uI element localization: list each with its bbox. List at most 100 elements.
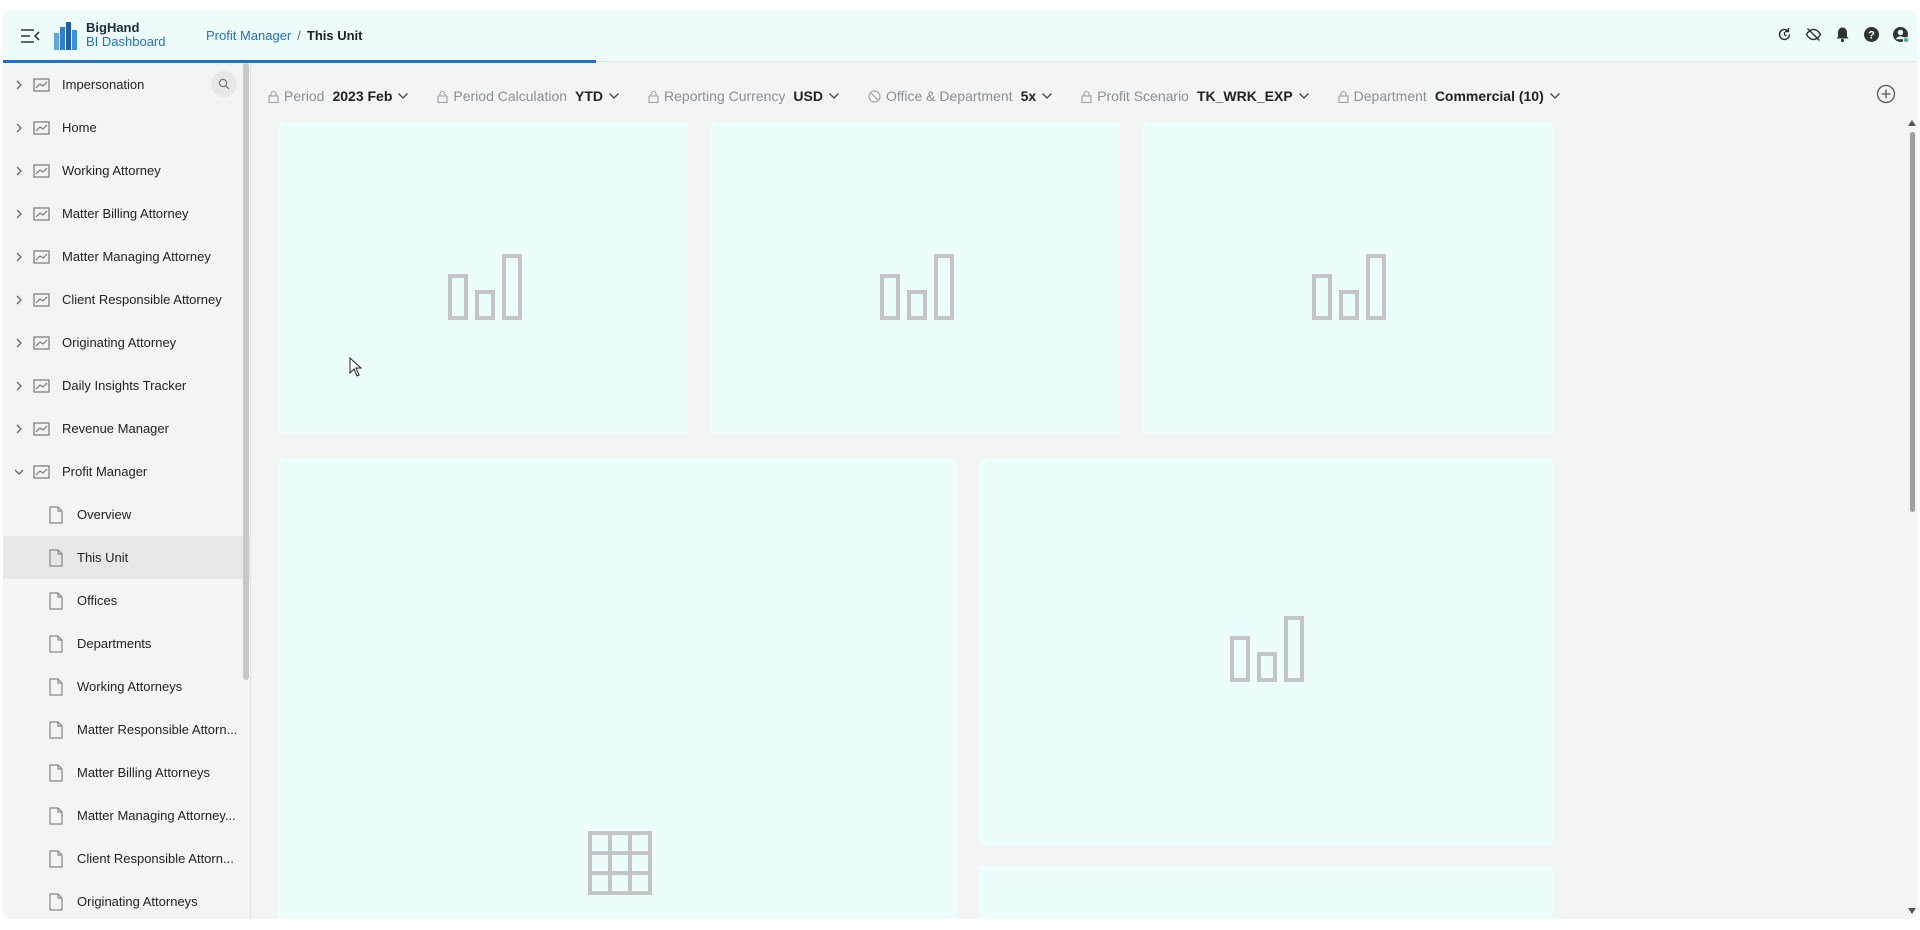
brand-subtitle: BI Dashboard — [86, 34, 166, 49]
chevron-right-icon — [16, 424, 22, 433]
filter-value: TK_WRK_EXP — [1196, 88, 1293, 104]
bell-icon[interactable] — [1834, 26, 1851, 43]
sidebar-subitem-matter-responsible-attorn[interactable]: Matter Responsible Attorn... — [3, 708, 250, 751]
sidebar-item-profit-manager[interactable]: Profit Manager — [3, 450, 250, 493]
page-icon — [49, 591, 63, 610]
chevron-right-icon — [16, 166, 22, 175]
sidebar-item-matter-billing-attorney[interactable]: Matter Billing Attorney — [3, 192, 250, 235]
sidebar-subitem-this-unit[interactable]: This Unit — [3, 536, 250, 579]
table-placeholder-icon — [588, 831, 652, 895]
dashboard-icon — [33, 335, 50, 350]
sidebar-subitem-label: Offices — [77, 593, 118, 608]
sidebar-item-working-attorney[interactable]: Working Attorney — [3, 149, 250, 192]
chart-tile-2[interactable] — [710, 123, 1120, 435]
page-icon — [49, 849, 63, 868]
filter-value: Commercial (10) — [1434, 88, 1544, 104]
scroll-up-arrow-icon[interactable] — [1908, 120, 1916, 126]
sidebar-item-label: Originating Attorney — [62, 335, 177, 350]
chevron-down-icon — [398, 93, 409, 99]
dashboard-icon — [33, 163, 50, 178]
eye-off-icon[interactable] — [1805, 26, 1822, 43]
breadcrumb-current: This Unit — [306, 28, 363, 43]
sidebar-subitem-label: This Unit — [77, 550, 129, 565]
main-scrollbar-thumb[interactable] — [1910, 132, 1915, 512]
refresh-icon[interactable] — [1776, 26, 1793, 43]
sidebar-nav: Impersonation Home Working Attorney Matter … — [3, 63, 250, 919]
header-actions: ? — [1776, 26, 1909, 43]
sidebar-item-label: Matter Billing Attorney — [62, 206, 189, 221]
menu-collapse-icon[interactable] — [19, 26, 41, 46]
lock-icon — [648, 90, 659, 103]
page-icon — [49, 892, 63, 911]
sidebar-subitem-originating-attorneys[interactable]: Originating Attorneys — [3, 880, 250, 919]
sidebar-subitem-departments[interactable]: Departments — [3, 622, 250, 665]
block-icon — [868, 89, 881, 103]
sidebar-subitem-label: Working Attorneys — [77, 679, 183, 694]
chevron-down-icon — [1549, 93, 1560, 99]
scroll-down-arrow-icon[interactable] — [1908, 908, 1916, 914]
sidebar-subitem-label: Originating Attorneys — [77, 894, 198, 909]
chevron-right-icon — [16, 338, 22, 347]
sidebar-item-home[interactable]: Home — [3, 106, 250, 149]
chart-tile-3[interactable] — [1142, 123, 1553, 435]
lock-icon — [437, 90, 448, 103]
chevron-down-icon — [1042, 93, 1053, 99]
app-window: BigHand BI Dashboard Profit Manager / This… — [3, 10, 1917, 919]
filter-name: Reporting Currency — [664, 88, 786, 104]
sidebar: Impersonation Home Working Attorney Matter … — [3, 63, 251, 919]
page-icon — [49, 806, 63, 825]
sidebar-item-label: Impersonation — [62, 77, 145, 92]
bar-chart-placeholder-icon — [448, 254, 522, 320]
brand: BigHand BI Dashboard — [86, 21, 166, 49]
breadcrumb: Profit Manager / This Unit — [206, 28, 363, 43]
filter-name: Office & Department — [885, 88, 1013, 104]
sidebar-subitem-working-attorneys[interactable]: Working Attorneys — [3, 665, 250, 708]
chevron-right-icon — [16, 209, 22, 218]
add-filter-icon[interactable] — [1876, 84, 1896, 104]
help-icon[interactable]: ? — [1863, 26, 1880, 43]
page-icon — [49, 505, 63, 524]
filter-name: Period Calculation — [453, 88, 568, 104]
filter-value: 5x — [1020, 88, 1037, 104]
breadcrumb-separator: / — [297, 28, 301, 43]
sidebar-item-daily-insights-tracker[interactable]: Daily Insights Tracker — [3, 364, 250, 407]
filter-department[interactable]: Department Commercial (10) — [1338, 88, 1561, 104]
sidebar-item-label: Revenue Manager — [62, 421, 169, 436]
filter-reporting-currency[interactable]: Reporting Currency USD — [648, 88, 840, 104]
sidebar-scrollbar[interactable] — [243, 63, 249, 680]
sidebar-subitem-offices[interactable]: Offices — [3, 579, 250, 622]
chart-tile-1[interactable] — [278, 123, 688, 435]
sidebar-subitem-matter-billing-attorneys[interactable]: Matter Billing Attorneys — [3, 751, 250, 794]
sidebar-search-button[interactable] — [211, 71, 237, 97]
filter-office-department[interactable]: Office & Department 5x — [868, 88, 1053, 104]
top-bar: BigHand BI Dashboard Profit Manager / This… — [3, 10, 1917, 63]
filter-period-calculation[interactable]: Period Calculation YTD — [437, 88, 620, 104]
sidebar-item-revenue-manager[interactable]: Revenue Manager — [3, 407, 250, 450]
sidebar-item-originating-attorney[interactable]: Originating Attorney — [3, 321, 250, 364]
sidebar-subitem-client-responsible-attorn[interactable]: Client Responsible Attorn... — [3, 837, 250, 880]
breadcrumb-parent[interactable]: Profit Manager — [206, 28, 291, 43]
filter-name: Period — [284, 88, 325, 104]
table-tile[interactable] — [278, 459, 957, 919]
user-icon[interactable] — [1892, 26, 1909, 43]
bar-chart-placeholder-icon — [1230, 616, 1304, 682]
dashboard-icon — [33, 120, 50, 135]
chevron-right-icon — [16, 295, 22, 304]
chevron-down-icon — [609, 93, 619, 99]
chevron-right-icon — [16, 381, 22, 390]
chevron-right-icon — [16, 80, 22, 89]
page-icon — [49, 763, 63, 782]
chart-tile-5[interactable] — [979, 866, 1553, 919]
dashboard-icon — [33, 292, 50, 307]
page-icon — [49, 720, 63, 739]
filter-bar: Period 2023 Feb Period Calculation YTD Repor… — [268, 85, 1589, 107]
sidebar-item-client-responsible-attorney[interactable]: Client Responsible Attorney — [3, 278, 250, 321]
sidebar-subitem-matter-managing-attorney[interactable]: Matter Managing Attorney... — [3, 794, 250, 837]
sidebar-item-label: Profit Manager — [62, 464, 148, 479]
filter-period[interactable]: Period 2023 Feb — [268, 88, 409, 104]
filter-name: Department — [1353, 88, 1427, 104]
filter-profit-scenario[interactable]: Profit Scenario TK_WRK_EXP — [1081, 88, 1310, 104]
sidebar-item-matter-managing-attorney[interactable]: Matter Managing Attorney — [3, 235, 250, 278]
chart-tile-4[interactable] — [979, 459, 1553, 845]
sidebar-subitem-overview[interactable]: Overview — [3, 493, 250, 536]
